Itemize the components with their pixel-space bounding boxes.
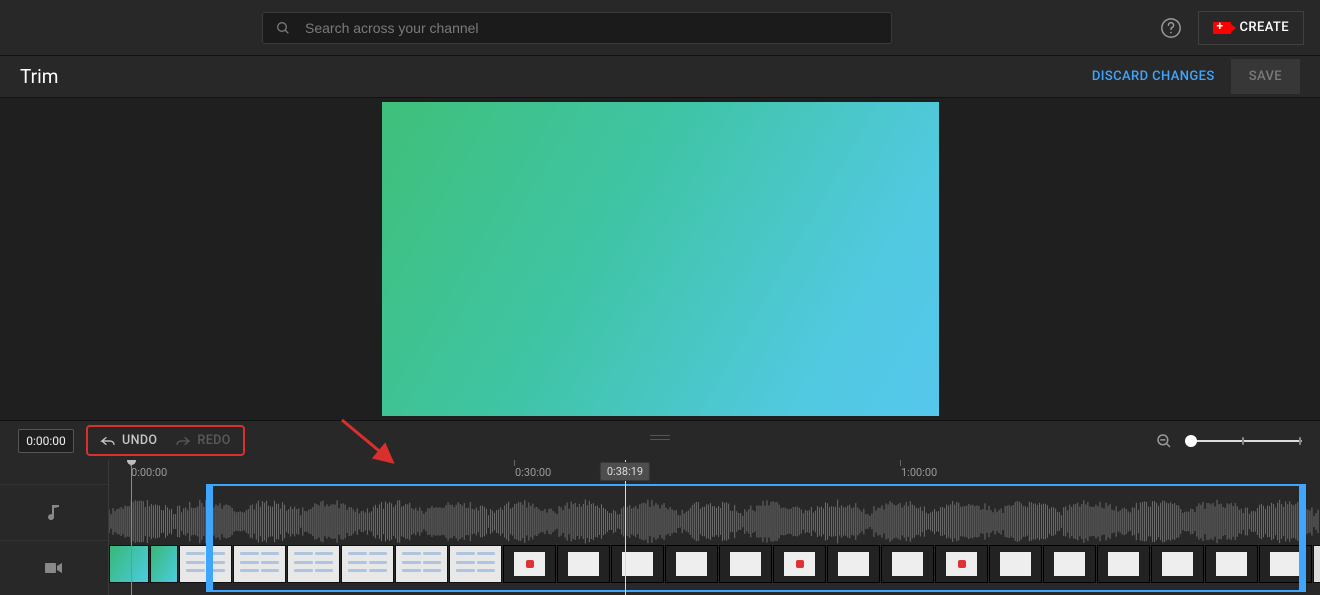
camera-icon (1213, 22, 1231, 34)
trim-selection[interactable] (206, 484, 1306, 592)
video-thumbnail[interactable] (150, 545, 178, 583)
trim-handle-start[interactable] (207, 486, 213, 590)
time-ruler[interactable]: 0:00:00 0:30:00 1:00:00 (109, 460, 1320, 484)
video-preview-area (0, 98, 1320, 420)
annotation-highlight-undo-redo: UNDO REDO (86, 425, 245, 456)
top-bar: CREATE (0, 0, 1320, 56)
editor-controls-row: 0:00:00 UNDO REDO (0, 420, 1320, 460)
redo-label: REDO (197, 433, 230, 448)
page-title: Trim (20, 65, 58, 88)
search-input[interactable] (305, 20, 879, 36)
search-icon (275, 20, 291, 36)
scrub-time-tooltip: 0:38:19 (600, 462, 650, 481)
video-thumbnail[interactable] (1313, 545, 1320, 583)
track-header-column (0, 460, 109, 595)
redo-button[interactable]: REDO (175, 433, 230, 448)
search-field[interactable] (262, 12, 892, 44)
undo-icon (100, 435, 116, 447)
timeline: 0:00:00 0:30:00 1:00:00 0:38:19 (0, 460, 1320, 595)
ruler-marker: 1:00:00 (901, 466, 937, 479)
undo-button[interactable]: UNDO (100, 433, 157, 448)
redo-icon (175, 435, 191, 447)
current-time-display[interactable]: 0:00:00 (18, 429, 74, 453)
ruler-marker: 0:30:00 (515, 466, 551, 479)
zoom-slider-tick (1299, 437, 1301, 445)
trim-handle-end[interactable] (1299, 486, 1305, 590)
discard-changes-button[interactable]: DISCARD CHANGES (1076, 59, 1231, 94)
playhead[interactable] (131, 460, 132, 595)
zoom-slider[interactable] (1187, 440, 1302, 442)
ruler-marker: 0:00:00 (131, 466, 167, 479)
save-button[interactable]: SAVE (1231, 59, 1300, 94)
panel-drag-handle[interactable] (650, 435, 670, 443)
create-button[interactable]: CREATE (1198, 11, 1304, 45)
help-icon[interactable] (1160, 17, 1182, 39)
video-preview-frame[interactable] (382, 102, 939, 416)
create-label: CREATE (1239, 20, 1289, 35)
zoom-slider-thumb[interactable] (1185, 435, 1197, 447)
title-bar: Trim DISCARD CHANGES SAVE (0, 56, 1320, 98)
zoom-out-icon[interactable] (1155, 432, 1173, 450)
undo-label: UNDO (122, 433, 157, 448)
video-track-icon[interactable] (0, 540, 108, 595)
zoom-slider-tick (1242, 437, 1244, 445)
video-thumbnail[interactable] (109, 545, 149, 583)
audio-track-icon[interactable] (0, 484, 108, 540)
timeline-lanes[interactable]: 0:00:00 0:30:00 1:00:00 0:38:19 (109, 460, 1320, 595)
zoom-controls (1155, 432, 1302, 450)
